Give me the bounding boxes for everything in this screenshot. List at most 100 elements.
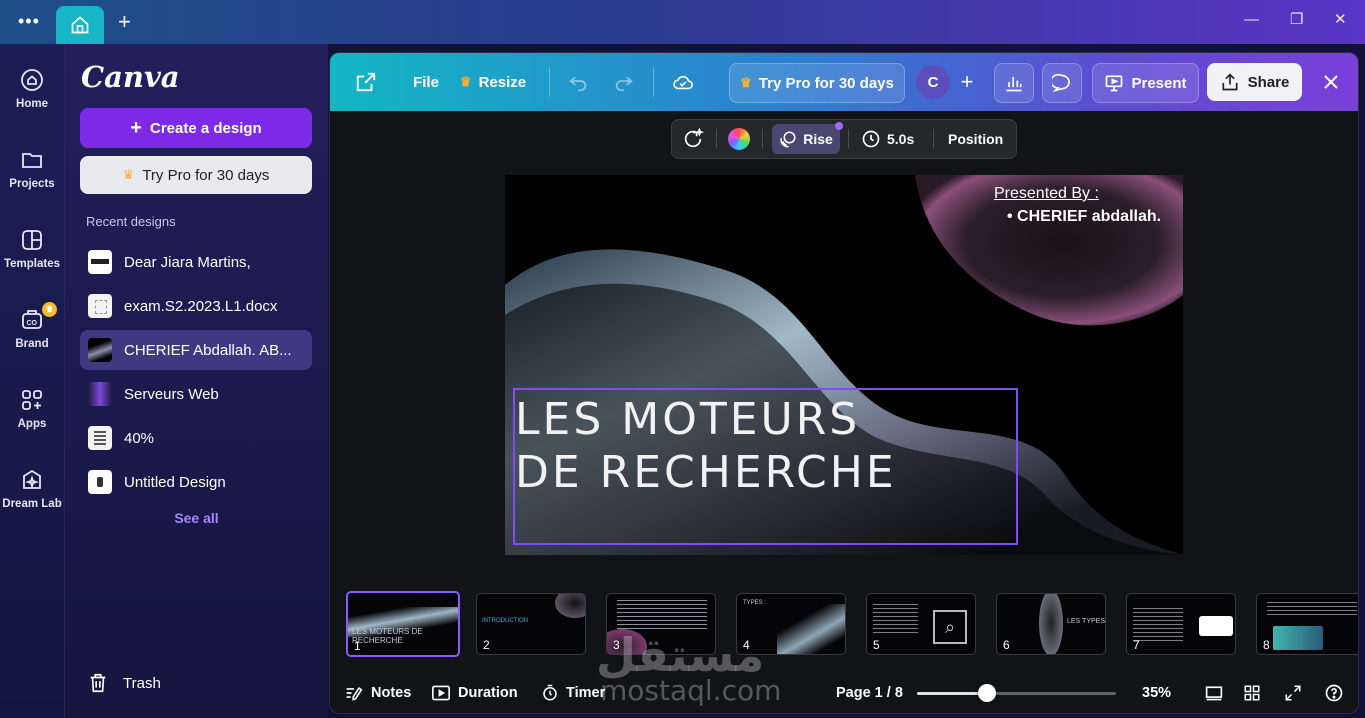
add-collaborator-button[interactable]: +: [950, 65, 984, 99]
open-external-button[interactable]: [352, 63, 380, 101]
rail-item-brand[interactable]: ♛ CO Brand: [0, 302, 64, 350]
page-number: 2: [483, 638, 490, 652]
recent-design-item[interactable]: Serveurs Web: [80, 374, 312, 414]
create-design-label: Create a design: [149, 119, 262, 137]
cloud-sync-button[interactable]: [668, 63, 698, 101]
window-titlebar: ••• + — ❐ ✕: [0, 0, 1365, 44]
notes-button[interactable]: Notes: [344, 673, 411, 713]
grid-view-button[interactable]: [1243, 673, 1261, 713]
design-thumbnail: [88, 426, 112, 450]
rail-item-templates[interactable]: Templates: [0, 228, 64, 270]
folder-icon: [22, 153, 42, 168]
comments-button[interactable]: [1042, 63, 1082, 103]
present-button[interactable]: Present: [1092, 63, 1199, 103]
try-pro-button[interactable]: ♛ Try Pro for 30 days: [80, 156, 312, 194]
redo-icon: [615, 76, 633, 92]
slide-image: [1273, 626, 1323, 650]
close-icon: [1324, 75, 1338, 89]
recent-design-name: CHERIEF Abdallah. AB...: [124, 341, 292, 359]
resize-button[interactable]: ♛ Resize: [458, 63, 528, 101]
recent-design-item[interactable]: CHERIEF Abdallah. AB...: [80, 330, 312, 370]
recent-designs-heading: Recent designs: [86, 214, 176, 229]
zoom-slider-handle[interactable]: [977, 684, 996, 702]
see-all-link[interactable]: See all: [65, 510, 328, 526]
rail-item-apps[interactable]: Apps: [0, 388, 64, 430]
apps-icon: [22, 390, 42, 410]
selection-box[interactable]: [513, 388, 1018, 545]
grid-icon: [1244, 685, 1260, 701]
maximize-button[interactable]: ❐: [1290, 10, 1303, 30]
present-label: Present: [1131, 74, 1187, 92]
recent-design-item[interactable]: Untitled Design: [80, 462, 312, 502]
page-thumbnail-5[interactable]: ⌕ 5: [866, 593, 976, 655]
rail-label: Dream Lab: [2, 498, 62, 510]
rail-item-dream-lab[interactable]: Dream Lab: [0, 468, 64, 510]
page-thumbnail-6[interactable]: LES TYPES 6: [996, 593, 1106, 655]
sidebar: Canva + Create a design ♛ Try Pro for 30…: [65, 44, 328, 718]
page-thumbnail-8[interactable]: 8: [1256, 593, 1358, 655]
share-button[interactable]: Share: [1207, 63, 1302, 101]
more-dots-icon[interactable]: •••: [18, 12, 40, 30]
rail-label: Templates: [3, 258, 61, 270]
close-window-button[interactable]: ✕: [1334, 10, 1347, 30]
author-name: CHERIEF abdallah.: [1017, 208, 1162, 225]
notes-icon: [346, 686, 363, 701]
page-thumbnail-2[interactable]: INTRODUCTION 2: [476, 593, 586, 655]
design-thumbnail: [88, 250, 112, 274]
recent-design-item[interactable]: exam.S2.2023.L1.docx: [80, 286, 312, 326]
animation-rise-button[interactable]: Rise: [772, 122, 843, 154]
rail-item-home[interactable]: Home: [0, 68, 64, 110]
toolbar-divider: [549, 67, 550, 97]
color-wheel-icon: [728, 128, 750, 150]
duration-button[interactable]: 5.0s: [861, 120, 914, 158]
rail-item-projects[interactable]: Projects: [0, 148, 64, 190]
user-avatar[interactable]: C: [916, 65, 950, 99]
duration-bar-button[interactable]: Duration: [431, 673, 518, 713]
rail-label: Projects: [9, 178, 55, 190]
context-divider: [933, 129, 934, 149]
toolbar-divider: [653, 67, 654, 97]
recent-design-item[interactable]: 40%: [80, 418, 312, 458]
insights-button[interactable]: [994, 63, 1034, 103]
page-indicator[interactable]: Page 1 / 8: [836, 673, 903, 713]
rail-label: Brand: [15, 338, 49, 350]
file-menu-button[interactable]: File: [406, 63, 446, 101]
author-bullet[interactable]: • CHERIEF abdallah.: [1007, 208, 1161, 226]
canva-logo[interactable]: Canva: [81, 60, 180, 94]
notes-label: Notes: [371, 685, 412, 701]
redo-button[interactable]: [610, 63, 638, 101]
context-divider: [716, 129, 717, 149]
context-divider: [848, 129, 849, 149]
recent-design-item[interactable]: Dear Jiara Martins,: [80, 242, 312, 282]
page-thumbnail-1[interactable]: LES MOTEURS DE RECHERCHE 1: [346, 591, 460, 657]
home-tab[interactable]: [56, 6, 104, 44]
home-icon: [71, 16, 89, 34]
trash-button[interactable]: Trash: [87, 672, 161, 694]
fullscreen-button[interactable]: [1284, 673, 1302, 713]
zoom-slider[interactable]: [917, 684, 1116, 702]
mini-slide-text: LES MOTEURS DE RECHERCHE: [352, 627, 423, 645]
page-number: 6: [1003, 638, 1010, 652]
editor-panel: File ♛ Resize ♛ Try Pro for 30 days C +: [329, 52, 1359, 714]
slide-canvas[interactable]: Presented By : • CHERIEF abdallah. LES M…: [505, 175, 1183, 555]
presented-by-label[interactable]: Presented By :: [994, 185, 1099, 203]
crown-icon: ♛: [740, 75, 752, 90]
page-view-button[interactable]: [1204, 673, 1224, 713]
undo-button[interactable]: [564, 63, 592, 101]
help-icon: [1325, 684, 1343, 702]
trash-icon: [90, 673, 106, 693]
position-button[interactable]: Position: [948, 120, 1003, 158]
help-button[interactable]: [1324, 673, 1344, 713]
try-pro-toolbar-button[interactable]: ♛ Try Pro for 30 days: [729, 63, 905, 103]
page-thumbnail-7[interactable]: 7: [1126, 593, 1236, 655]
recent-design-name: 40%: [124, 429, 155, 447]
create-design-button[interactable]: + Create a design: [80, 108, 312, 148]
color-button[interactable]: [728, 120, 750, 158]
ai-edit-button[interactable]: [682, 120, 704, 158]
zoom-level[interactable]: 35%: [1142, 673, 1171, 713]
new-tab-button[interactable]: +: [118, 10, 131, 34]
plus-icon: +: [130, 117, 142, 139]
page-number: 5: [873, 638, 880, 652]
minimize-button[interactable]: —: [1244, 10, 1259, 30]
close-editor-button[interactable]: [1314, 65, 1348, 99]
